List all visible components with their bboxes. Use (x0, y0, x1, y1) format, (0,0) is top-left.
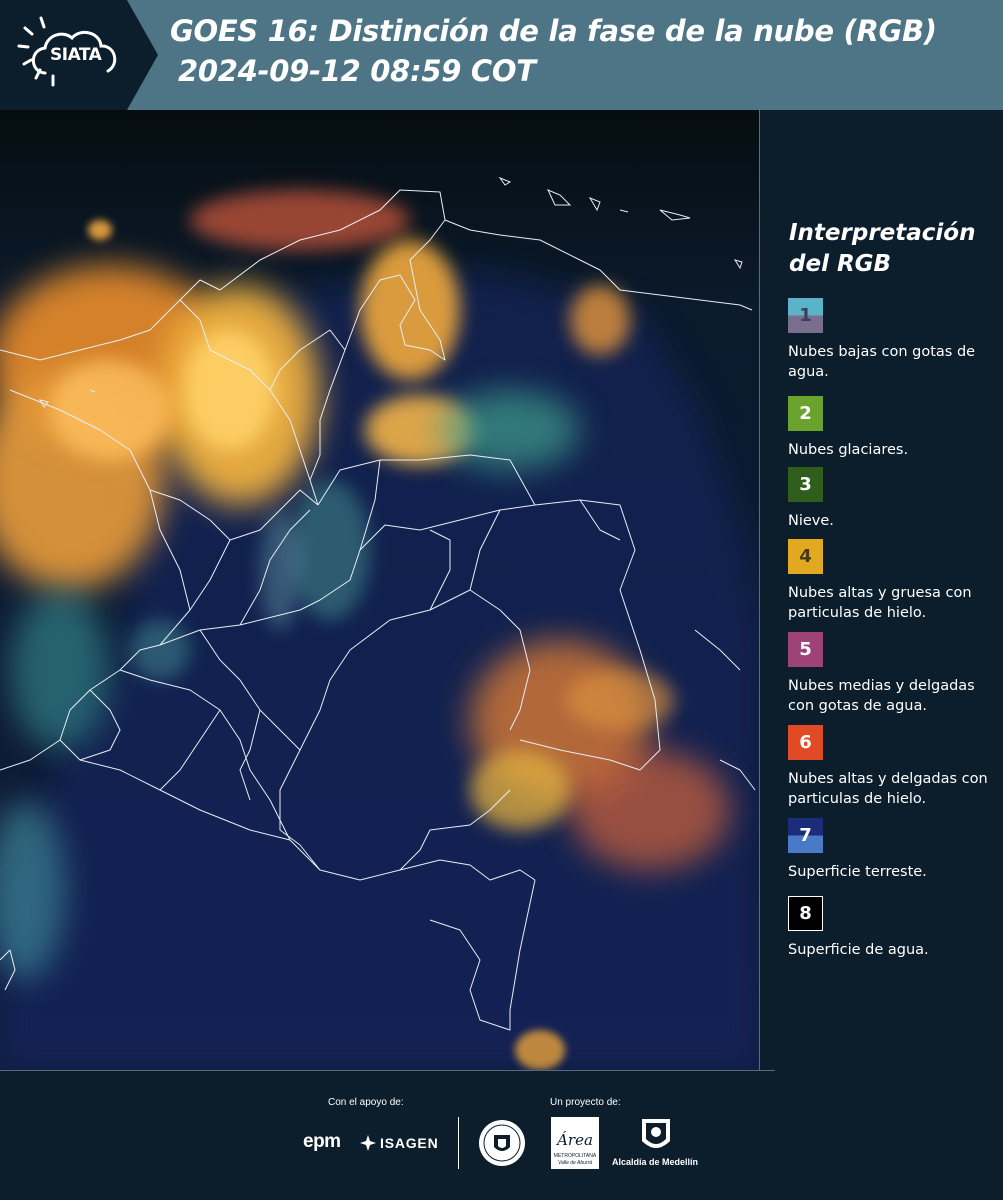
legend-label-3: Nieve. (788, 513, 834, 529)
logo-divider (458, 1117, 459, 1169)
isagen-logo: ISAGEN (360, 1132, 438, 1154)
legend-label-7: Superficie terreste. (788, 864, 927, 880)
alcaldia-label: Alcaldía de Medellín (612, 1157, 699, 1167)
legend-swatch-1: 1 (788, 298, 823, 333)
page-title: GOES 16: Distinción de la fase de la nub… (170, 14, 937, 48)
legend-item-5: 5 Nubes medias y delgadas con gotas de a… (788, 632, 1003, 716)
legend-label-8: Superficie de agua. (788, 942, 929, 958)
project-label: Un proyecto de: (550, 1097, 621, 1108)
legend-swatch-2: 2 (788, 396, 823, 431)
isagen-icon (360, 1135, 376, 1151)
legend-label-1: Nubes bajas con gotas de agua. (788, 344, 976, 380)
legend-label-4: Nubes altas y gruesa con particulas de h… (788, 585, 972, 621)
siata-logo-text: SIATA (50, 45, 102, 65)
legend-title: Interpretación del RGB (789, 220, 976, 277)
legend-swatch-3: 3 (788, 467, 823, 502)
legend-item-8: 8 Superficie de agua. (788, 896, 1003, 960)
satellite-map (0, 110, 760, 1070)
support-label: Con el apoyo de: (328, 1097, 404, 1108)
header-banner: SIATA GOES 16: Distinción de la fase de … (0, 0, 1003, 110)
legend-label-2: Nubes glaciares. (788, 442, 909, 458)
legend-swatch-6: 6 (788, 725, 823, 760)
legend-swatch-8: 8 (788, 896, 823, 931)
legend-swatch-4: 4 (788, 539, 823, 574)
legend-panel: Interpretación del RGB 1 Nubes bajas con… (760, 110, 1003, 1070)
legend-item-7: 7 Superficie terreste. (788, 818, 1003, 882)
legend-item-1: 1 Nubes bajas con gotas de agua. (788, 298, 1003, 382)
university-seal-icon (479, 1120, 525, 1166)
legend-label-5: Nubes medias y delgadas con gotas de agu… (788, 678, 975, 714)
svg-text:METROPOLITANA: METROPOLITANA (554, 1153, 597, 1159)
legend-swatch-7: 7 (788, 818, 823, 853)
legend-item-3: 3 Nieve. (788, 467, 1003, 531)
svg-text:Valle de Aburrá: Valle de Aburrá (558, 1160, 592, 1166)
footer: Con el apoyo de: Un proyecto de: epm ISA… (0, 1070, 1003, 1200)
legend-item-2: 2 Nubes glaciares. (788, 396, 1003, 460)
legend-swatch-5: 5 (788, 632, 823, 667)
timestamp: 2024-09-12 08:59 COT (178, 54, 536, 88)
legend-item-4: 4 Nubes altas y gruesa con particulas de… (788, 539, 1003, 623)
svg-text:Área: Área (555, 1131, 593, 1149)
footer-divider-line (0, 1070, 775, 1071)
area-metropolitana-logo: Área METROPOLITANA Valle de Aburrá (551, 1117, 599, 1169)
legend-label-6: Nubes altas y delgadas con particulas de… (788, 771, 988, 807)
legend-item-6: 6 Nubes altas y delgadas con particulas … (788, 725, 1003, 809)
alcaldia-shield-icon (642, 1119, 670, 1148)
epm-logo: epm (303, 1131, 341, 1152)
siata-logo: SIATA (0, 0, 160, 110)
